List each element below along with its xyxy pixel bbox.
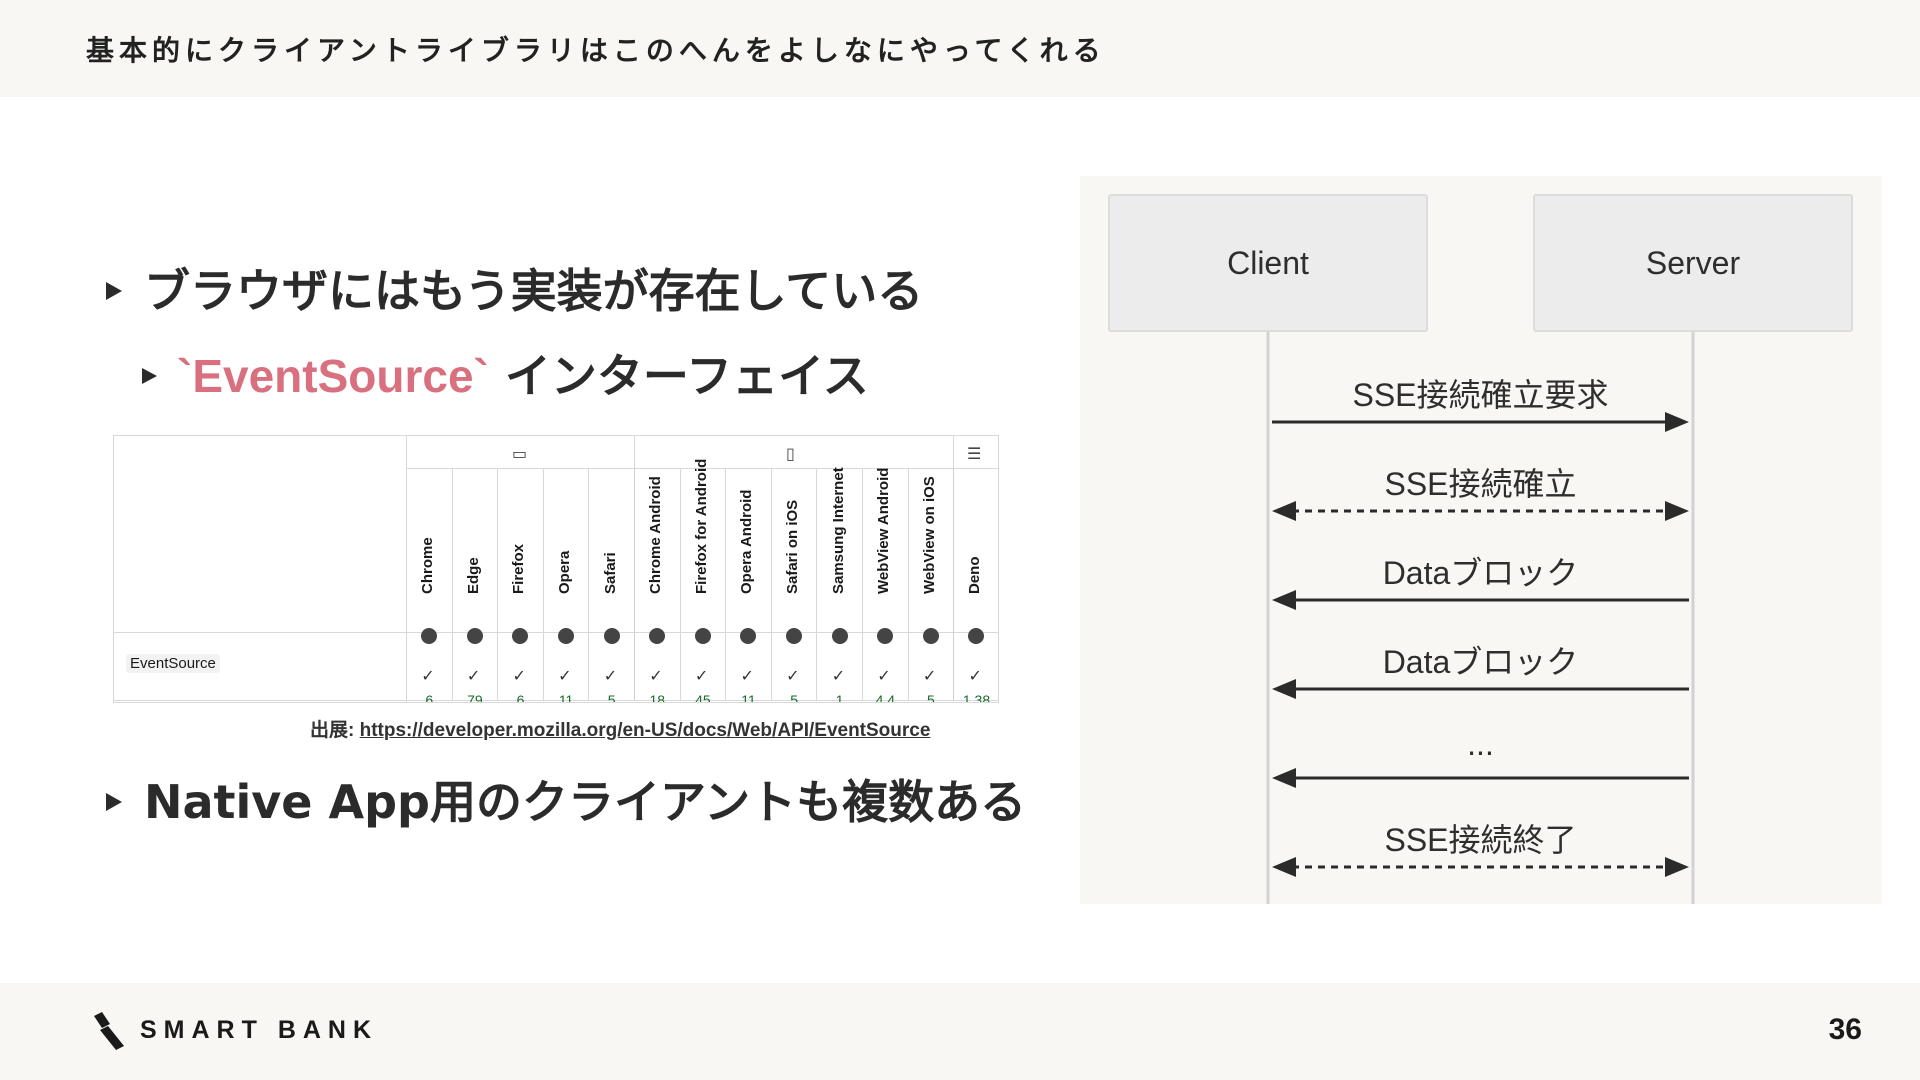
arrowhead-icon [1272, 768, 1296, 788]
actor-server: Server [1533, 194, 1853, 332]
message-label: SSE接続確立 [1384, 466, 1577, 502]
brand-logo-text: SMART BANK [140, 1016, 379, 1044]
message-label: Dataブロック [1382, 555, 1579, 591]
arrowhead-icon [1272, 679, 1296, 699]
smartbank-logo-icon [94, 1012, 124, 1050]
arrowhead-icon [1665, 857, 1689, 877]
actor-client: Client [1108, 194, 1428, 332]
arrowhead-icon [1665, 501, 1689, 521]
arrowhead-icon [1665, 412, 1689, 432]
page-number: 36 [1828, 1013, 1862, 1046]
message-label: SSE接続確立要求 [1352, 377, 1609, 413]
message-label: SSE接続終了 [1384, 822, 1577, 858]
sequence-lines [1266, 332, 1695, 904]
arrowhead-icon [1272, 590, 1296, 610]
arrowhead-icon [1272, 857, 1296, 877]
message-label: ... [1467, 726, 1494, 762]
arrowhead-icon [1272, 501, 1296, 521]
message-label: Dataブロック [1382, 644, 1579, 680]
